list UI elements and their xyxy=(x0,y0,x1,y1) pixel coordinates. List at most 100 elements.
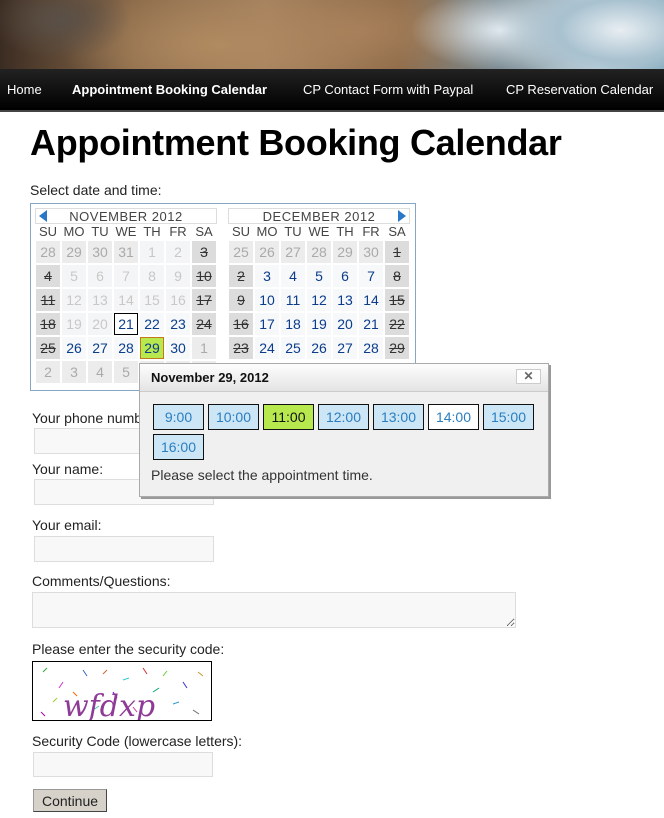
day-cell: 26 xyxy=(255,241,279,263)
day-cell[interactable]: 10 xyxy=(255,289,279,311)
weekday-label: WE xyxy=(115,224,137,239)
day-cell[interactable]: 25 xyxy=(281,337,305,359)
day-cell[interactable]: 20 xyxy=(333,313,357,335)
day-cell: 25 xyxy=(229,241,253,263)
day-cell: 8 xyxy=(385,265,409,287)
time-slot-button[interactable]: 15:00 xyxy=(483,404,534,430)
day-cell[interactable]: 19 xyxy=(307,313,331,335)
day-cell: 2 xyxy=(36,361,60,383)
weekday-label: MO xyxy=(256,224,278,239)
time-slot-dialog: November 29, 2012 ✕ 9:00 10:00 11:00 12:00 1… xyxy=(139,363,549,497)
time-slot-button[interactable]: 16:00 xyxy=(153,434,204,460)
day-cell: 9 xyxy=(166,265,190,287)
day-cell[interactable]: 12 xyxy=(307,289,331,311)
time-slot-list: 9:00 10:00 11:00 12:00 13:00 14:00 15:00 16:00 xyxy=(153,404,543,464)
main-nav: Home Appointment Booking Calendar CP Con… xyxy=(0,69,664,112)
day-cell[interactable]: 6 xyxy=(333,265,357,287)
day-cell: 16 xyxy=(229,313,253,335)
day-cell: 12 xyxy=(62,289,86,311)
month-title: DECEMBER 2012 xyxy=(262,209,376,224)
weekday-label: FR xyxy=(169,224,187,239)
prev-month-arrow-icon[interactable] xyxy=(39,210,47,222)
close-icon[interactable]: ✕ xyxy=(516,369,541,384)
day-cell[interactable]: 21 xyxy=(359,313,383,335)
email-label: Your email: xyxy=(32,517,102,533)
time-slot-button[interactable]: 13:00 xyxy=(373,404,424,430)
day-cell: 28 xyxy=(36,241,60,263)
day-cell[interactable]: 26 xyxy=(307,337,331,359)
comments-textarea[interactable] xyxy=(32,592,516,628)
email-input[interactable] xyxy=(34,536,214,562)
day-cell: 23 xyxy=(229,337,253,359)
nav-home[interactable]: Home xyxy=(7,82,42,97)
day-cell: 29 xyxy=(385,337,409,359)
day-cell: 15 xyxy=(140,289,164,311)
day-cell[interactable]: 30 xyxy=(166,337,190,359)
day-cell[interactable]: 17 xyxy=(255,313,279,335)
day-cell: 7 xyxy=(114,265,138,287)
time-slot-button[interactable]: 14:00 xyxy=(428,404,479,430)
month-title: NOVEMBER 2012 xyxy=(69,209,183,224)
day-cell[interactable]: 24 xyxy=(255,337,279,359)
day-cell: 30 xyxy=(88,241,112,263)
day-cell: 2 xyxy=(166,241,190,263)
month-november: NOVEMBER 2012 SU MO TU WE TH FR SA 28 29 30 31 1 2 3… xyxy=(35,208,217,384)
day-grid: 25 26 27 28 29 30 1 2 3 4 5 6 7 8 9 10 11 12 13 14 15 16 17 18 1… xyxy=(228,240,410,360)
captcha-text: wfdxp xyxy=(63,689,155,721)
nav-cp-reservation-calendar[interactable]: CP Reservation Calendar xyxy=(506,82,653,97)
day-cell[interactable]: 11 xyxy=(281,289,305,311)
day-cell[interactable]: 13 xyxy=(333,289,357,311)
day-cell: 18 xyxy=(36,313,60,335)
continue-button[interactable]: Continue xyxy=(33,789,108,812)
day-cell: 16 xyxy=(166,289,190,311)
day-cell[interactable]: 3 xyxy=(255,265,279,287)
day-cell: 14 xyxy=(114,289,138,311)
page-title: Appointment Booking Calendar xyxy=(30,122,562,163)
day-cell[interactable]: 23 xyxy=(166,313,190,335)
day-cell: 1 xyxy=(385,241,409,263)
day-cell[interactable]: 28 xyxy=(114,337,138,359)
time-slot-button[interactable]: 12:00 xyxy=(318,404,369,430)
day-cell[interactable]: 5 xyxy=(307,265,331,287)
day-cell: 20 xyxy=(88,313,112,335)
day-cell[interactable]: 4 xyxy=(281,265,305,287)
weekday-label: MO xyxy=(63,224,85,239)
day-cell: 1 xyxy=(192,337,216,359)
day-cell[interactable]: 29 xyxy=(140,337,164,359)
nav-cp-contact-form-paypal[interactable]: CP Contact Form with Paypal xyxy=(303,82,473,97)
nav-appointment-booking-calendar[interactable]: Appointment Booking Calendar xyxy=(72,82,267,97)
day-cell[interactable]: 7 xyxy=(359,265,383,287)
weekday-label: FR xyxy=(362,224,380,239)
day-cell[interactable]: 22 xyxy=(140,313,164,335)
day-cell: 30 xyxy=(359,241,383,263)
day-cell: 22 xyxy=(385,313,409,335)
captcha-image: wfdxp xyxy=(32,661,212,721)
security-code-label: Security Code (lowercase letters): xyxy=(32,733,243,749)
day-cell[interactable]: 21 xyxy=(114,313,138,335)
day-cell[interactable]: 14 xyxy=(359,289,383,311)
day-cell[interactable]: 28 xyxy=(359,337,383,359)
time-slot-button[interactable]: 11:00 xyxy=(263,404,314,430)
weekday-header: SU MO TU WE TH FR SA xyxy=(228,224,410,240)
next-month-arrow-icon[interactable] xyxy=(398,210,406,222)
security-code-input[interactable] xyxy=(33,752,213,777)
day-cell: 4 xyxy=(88,361,112,383)
day-cell[interactable]: 27 xyxy=(333,337,357,359)
month-december: DECEMBER 2012 SU MO TU WE TH FR SA 25 26 27 28 29 3… xyxy=(228,208,410,360)
time-slot-button[interactable]: 9:00 xyxy=(153,404,204,430)
day-cell: 13 xyxy=(88,289,112,311)
day-cell[interactable]: 18 xyxy=(281,313,305,335)
day-cell: 28 xyxy=(307,241,331,263)
day-cell: 10 xyxy=(192,265,216,287)
day-cell: 19 xyxy=(62,313,86,335)
dialog-header: November 29, 2012 ✕ xyxy=(140,364,548,392)
weekday-label: TU xyxy=(284,224,302,239)
month-header: DECEMBER 2012 xyxy=(228,208,410,224)
weekday-label: TU xyxy=(91,224,109,239)
day-cell: 29 xyxy=(333,241,357,263)
day-cell: 4 xyxy=(36,265,60,287)
time-slot-button[interactable]: 10:00 xyxy=(208,404,259,430)
dialog-title: November 29, 2012 xyxy=(151,370,269,385)
day-cell[interactable]: 26 xyxy=(62,337,86,359)
day-cell[interactable]: 27 xyxy=(88,337,112,359)
